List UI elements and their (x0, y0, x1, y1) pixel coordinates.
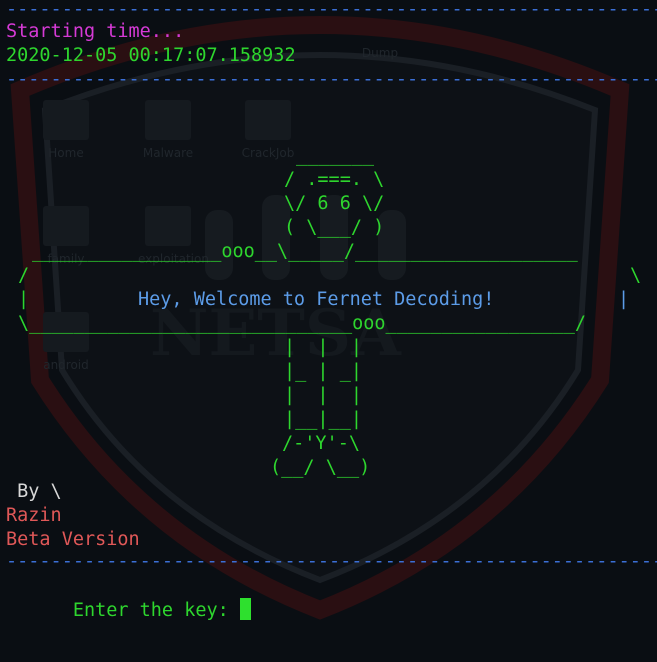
start-timestamp: 2020-12-05 00:17:07.158932 (6, 45, 296, 66)
ascii-art-line: | | | (284, 385, 362, 406)
ascii-art-line: \/ 6 6 \/ (284, 193, 385, 214)
banner-right-border: | (618, 289, 630, 310)
banner-left-border: | (18, 289, 30, 310)
start-label: Starting time... (6, 21, 185, 42)
separator-rule-bottom: ----------------------------------------… (6, 551, 657, 572)
ascii-art-line: /-'Y'-\ (282, 433, 360, 454)
ascii-art-line: \ (630, 265, 642, 286)
ascii-art-line: _________________ooo__\_____/___________… (32, 241, 578, 262)
separator-rule-top: ----------------------------------------… (6, 0, 657, 20)
screen: NETSA Dump Home Malware CrackJob family … (0, 0, 657, 662)
key-prompt-label: Enter the key: (72, 600, 240, 621)
ascii-art-line: / (18, 265, 30, 286)
ascii-art-line: (__/ \__) (270, 457, 371, 478)
key-prompt-line[interactable]: Enter the key: (6, 574, 251, 621)
version-label: Beta Version (6, 529, 140, 550)
ascii-art-line: ( \___/ ) (284, 217, 385, 238)
separator-rule-mid: ----------------------------------------… (6, 69, 657, 90)
author-name: Razin (6, 505, 62, 526)
by-label: By \ (6, 481, 62, 502)
ascii-art-line: / .===. \ (284, 169, 385, 190)
ascii-art-line: |__|__| (284, 409, 362, 430)
terminal-output[interactable]: ----------------------------------------… (0, 0, 657, 662)
ascii-art-line: |_ | _| (284, 361, 362, 382)
ascii-art-line: | | | (284, 337, 362, 358)
ascii-art-line: \_____________________________ooo_______… (18, 313, 587, 334)
ascii-art-line: _______ (296, 145, 374, 166)
welcome-banner-text: Hey, Welcome to Fernet Decoding! (138, 289, 495, 310)
text-cursor[interactable] (239, 598, 251, 620)
